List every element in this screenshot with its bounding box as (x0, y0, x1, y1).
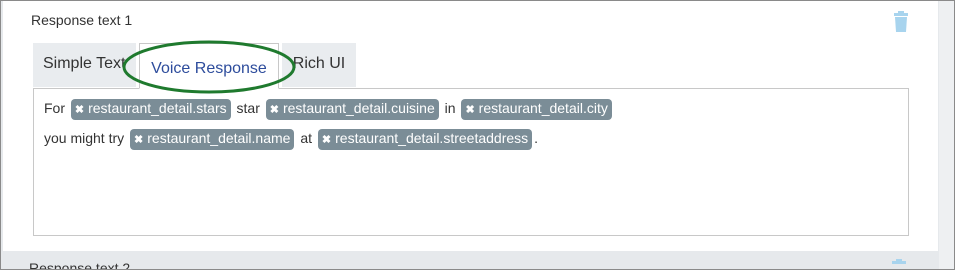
editor-text: For (44, 100, 65, 116)
variable-chip[interactable]: ✖ restaurant_detail.streetaddress (317, 129, 533, 150)
voice-response-editor[interactable]: For ✖ restaurant_detail.stars star ✖ resta… (33, 88, 909, 236)
variable-chip[interactable]: ✖ restaurant_detail.name (130, 129, 295, 150)
trash-icon[interactable] (893, 11, 909, 32)
close-icon[interactable]: ✖ (465, 102, 474, 119)
chip-label: restaurant_detail.name (147, 130, 291, 146)
trash-icon[interactable] (891, 259, 907, 270)
editor-text: star (236, 100, 260, 116)
variable-chip[interactable]: ✖ restaurant_detail.cuisine (265, 99, 439, 120)
chip-label: restaurant_detail.streetaddress (335, 130, 529, 146)
tab-voice-response[interactable]: Voice Response (139, 43, 279, 89)
response-card: Response text 1 Simple Text Voice Respon… (3, 1, 938, 251)
variable-chip[interactable]: ✖ restaurant_detail.city (461, 99, 612, 120)
close-icon[interactable]: ✖ (322, 132, 331, 149)
close-icon[interactable]: ✖ (270, 102, 279, 119)
tab-rich-ui[interactable]: Rich UI (282, 43, 356, 87)
close-icon[interactable]: ✖ (75, 102, 84, 119)
chip-label: restaurant_detail.stars (88, 100, 227, 116)
response-type-tabs: Simple Text Voice Response Rich UI (31, 43, 911, 89)
section-title: Response text 1 (31, 12, 133, 28)
section-title-2: Response text 2 (29, 260, 131, 270)
chip-label: restaurant_detail.city (478, 100, 608, 116)
chip-label: restaurant_detail.cuisine (282, 100, 435, 116)
variable-chip[interactable]: ✖ restaurant_detail.stars (70, 99, 231, 120)
editor-line: For ✖ restaurant_detail.stars star ✖ resta… (44, 99, 614, 120)
editor-text: you might try (44, 130, 125, 146)
close-icon[interactable]: ✖ (134, 132, 143, 149)
editor-text: in (444, 100, 456, 116)
editor-text: . (534, 130, 539, 146)
tab-simple-text[interactable]: Simple Text (33, 43, 136, 87)
scrollbar[interactable] (939, 1, 954, 269)
editor-text: at (300, 130, 313, 146)
app-frame: Response text 1 Simple Text Voice Respon… (0, 0, 955, 270)
editor-line: you might try ✖ restaurant_detail.name at… (44, 129, 538, 150)
